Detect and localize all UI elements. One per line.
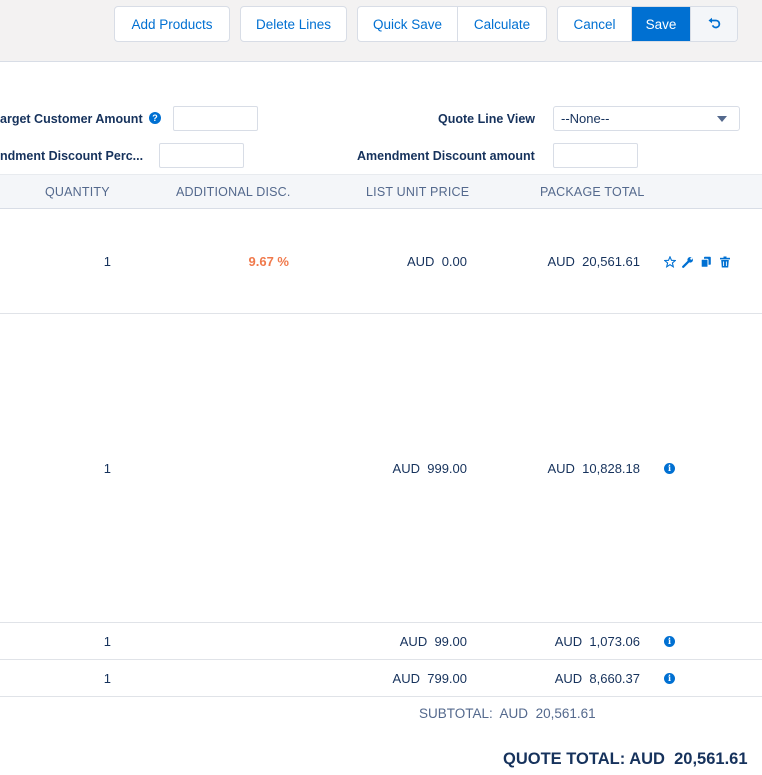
quote-line-view-select[interactable]: --None--	[553, 106, 740, 131]
undo-icon	[708, 17, 721, 29]
quantity-cell[interactable]: 1	[104, 254, 111, 269]
table-row[interactable]: 1 AUD 999.00 AUD 10,828.18 i	[0, 314, 762, 623]
package-total-cell: AUD 20,561.61	[547, 254, 640, 269]
cancel-save-button-group: Cancel Save	[557, 6, 738, 42]
currency-code: AUD	[629, 750, 665, 768]
delete-lines-button[interactable]: Delete Lines	[240, 6, 347, 42]
wrench-icon[interactable]	[682, 256, 694, 268]
package-total-value: 10,828.18	[582, 461, 640, 476]
toolbar: Add Products Delete Lines Quick Save Cal…	[0, 0, 762, 62]
info-icon[interactable]: i	[664, 673, 675, 684]
amendment-discount-amount-input[interactable]	[553, 143, 638, 168]
quote-total: QUOTE TOTAL: AUD 20,561.61	[503, 750, 748, 769]
package-total-cell: AUD 8,660.37	[555, 671, 640, 686]
package-total-value: 8,660.37	[589, 671, 640, 686]
save-calc-button-group: Quick Save Calculate	[357, 6, 547, 42]
list-price-value: 0.00	[441, 254, 467, 269]
chevron-down-icon	[717, 116, 727, 122]
list-unit-price-cell: AUD 999.00	[393, 461, 467, 476]
info-icon[interactable]: i	[664, 463, 675, 474]
column-header-package-total[interactable]: PACKAGE TOTAL	[540, 185, 645, 199]
list-unit-price-cell: AUD 0.00	[407, 254, 467, 269]
package-total-value: 20,561.61	[582, 254, 640, 269]
quantity-cell[interactable]: 1	[104, 671, 111, 686]
star-icon[interactable]	[664, 256, 676, 268]
undo-button[interactable]	[691, 7, 737, 41]
currency-code: AUD	[407, 254, 435, 269]
target-customer-amount-input[interactable]	[173, 106, 258, 131]
quantity-cell[interactable]: 1	[104, 634, 111, 649]
additional-disc-cell[interactable]: 9.67 %	[249, 254, 289, 269]
quote-total-label: QUOTE TOTAL:	[503, 750, 626, 768]
column-header-quantity[interactable]: QUANTITY	[45, 185, 110, 199]
quote-total-value: 20,561.61	[674, 750, 748, 768]
quantity-cell[interactable]: 1	[104, 461, 111, 476]
list-price-value: 99.00	[434, 634, 467, 649]
currency-code: AUD	[554, 671, 583, 686]
currency-code: AUD	[554, 634, 583, 649]
package-total-cell: AUD 10,828.18	[547, 461, 640, 476]
cancel-button[interactable]: Cancel	[558, 7, 632, 41]
package-total-cell: AUD 1,073.06	[555, 634, 640, 649]
currency-code: AUD	[399, 634, 428, 649]
trash-icon[interactable]	[719, 256, 731, 268]
currency-code: AUD	[499, 706, 529, 721]
subtotal-label: SUBTOTAL:	[419, 706, 493, 721]
amendment-discount-percent-input[interactable]	[159, 143, 244, 168]
currency-code: AUD	[547, 254, 575, 269]
quote-line-view-value: --None--	[561, 111, 610, 126]
help-icon[interactable]: ?	[149, 112, 161, 124]
column-header-list-unit-price[interactable]: LIST UNIT PRICE	[366, 185, 469, 199]
copy-icon[interactable]	[700, 256, 712, 268]
currency-code: AUD	[547, 461, 575, 476]
column-header-additional-disc[interactable]: ADDITIONAL DISC.	[176, 185, 291, 199]
table-row[interactable]: 1 AUD 99.00 AUD 1,073.06 i	[0, 623, 762, 660]
calculate-button[interactable]: Calculate	[458, 7, 546, 41]
subtotal: SUBTOTAL: AUD 20,561.61	[419, 706, 596, 721]
package-total-value: 1,073.06	[589, 634, 640, 649]
add-products-button[interactable]: Add Products	[114, 6, 230, 42]
table-row[interactable]: 1 9.67 % AUD 0.00 AUD 20,561.61	[0, 209, 762, 314]
currency-code: AUD	[392, 671, 420, 686]
target-customer-amount-label: arget Customer Amount	[0, 112, 143, 126]
quick-save-button[interactable]: Quick Save	[358, 7, 458, 41]
amendment-discount-amount-label: Amendment Discount amount	[357, 149, 535, 163]
info-icon[interactable]: i	[664, 636, 675, 647]
list-unit-price-cell: AUD 99.00	[400, 634, 467, 649]
save-button[interactable]: Save	[632, 7, 691, 41]
amendment-discount-percent-label: ndment Discount Perc...	[0, 149, 144, 163]
table-row[interactable]: 1 AUD 799.00 AUD 8,660.37 i	[0, 660, 762, 697]
subtotal-value: 20,561.61	[535, 706, 596, 721]
quote-line-view-label: Quote Line View	[438, 112, 536, 126]
list-price-value: 799.00	[427, 671, 467, 686]
table-header: QUANTITY ADDITIONAL DISC. LIST UNIT PRIC…	[0, 174, 762, 209]
list-unit-price-cell: AUD 799.00	[393, 671, 467, 686]
currency-code: AUD	[392, 461, 420, 476]
list-price-value: 999.00	[427, 461, 467, 476]
